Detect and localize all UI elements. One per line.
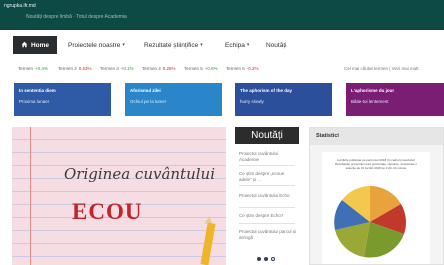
divider: [239, 223, 295, 224]
hero-subtitle: Originea cuvântului: [64, 165, 215, 183]
ticker-item[interactable]: Termen +0.4%: [18, 66, 48, 71]
news-item[interactable]: Ce știm despre „ecoue adele” și ...: [239, 171, 297, 183]
notebook-margin-line: [30, 127, 31, 265]
news-item[interactable]: Proiectul cuvântului parcul și arringă: [239, 229, 297, 241]
nav-home-button[interactable]: Home: [13, 36, 57, 54]
divider: [239, 207, 295, 208]
hero-banner[interactable]: Originea cuvântului ECOU: [12, 127, 226, 265]
tile-subtitle: Bâtie-toi lentement: [351, 99, 389, 104]
tile-title: L'aphorisme du jour: [351, 88, 395, 93]
nav-item-label: Noutăți: [266, 41, 287, 49]
statistics-panel: Statistici Lucrările publicate pe parcur…: [309, 127, 444, 265]
pagination-dot[interactable]: [257, 257, 261, 261]
site-header-bar: ngrupka.ifr.md Noutăți despre limbă · To…: [0, 0, 444, 30]
home-icon: [21, 41, 28, 50]
hero-title: ECOU: [72, 199, 143, 224]
aphorism-tile-french[interactable]: L'aphorisme du jour Bâtie-toi lentement: [346, 83, 444, 116]
aphorism-tile-latin[interactable]: In sententia diem Proxima lunae!: [14, 83, 111, 116]
site-tagline: Noutăți despre limbă · Totul despre Acad…: [26, 14, 127, 20]
tile-title: Aforismul zilei: [130, 88, 161, 93]
nav-item-label: Rezultate științifice: [144, 41, 199, 49]
news-item[interactable]: Proiectul cuvântului Echo: [239, 193, 297, 199]
pagination-dot[interactable]: [271, 257, 275, 261]
ticker-item[interactable]: Termen 6 -0.2%: [226, 66, 259, 71]
aphorism-tile-english[interactable]: The aphorism of the day hurry slowly: [235, 83, 332, 116]
tile-subtitle: Ochiul pe la lume!: [130, 99, 167, 104]
tile-title: In sententia diem: [19, 88, 56, 93]
chevron-down-icon: ▾: [246, 42, 250, 48]
news-title: Noutăți: [235, 127, 299, 144]
nav-item-team[interactable]: Echipa ▾: [225, 36, 249, 54]
nav-home-label: Home: [30, 41, 50, 49]
tile-subtitle: Proxima lunae!: [19, 99, 50, 104]
news-pagination: [257, 257, 275, 261]
nav-item-label: Proiectele noastre: [68, 41, 121, 49]
pagination-dot[interactable]: [264, 257, 268, 261]
divider: [239, 185, 295, 186]
ticker-item[interactable]: Termen 4 0.25%: [142, 66, 176, 71]
nav-item-news[interactable]: Noutăți: [266, 36, 287, 54]
statistics-title: Statistici: [310, 128, 443, 145]
news-item[interactable]: Proiectul cuvântului Academie: [239, 151, 297, 163]
ticker-item[interactable]: Termen 3 +0.1%: [100, 66, 134, 71]
notebook-lines: [12, 127, 226, 265]
nav-item-label: Echipa: [225, 41, 245, 49]
chevron-down-icon: ▾: [200, 42, 203, 48]
main-navigation: Home Proiectele noastre ▾ Rezultate știin…: [0, 34, 444, 56]
ticker-item[interactable]: Termen 2 0.53%: [58, 66, 92, 71]
nav-item-results[interactable]: Rezultate științifice ▾: [144, 36, 203, 54]
statistics-chart-card[interactable]: Lucrările publicate pe parcursul 2018 (î…: [322, 152, 430, 264]
news-item[interactable]: Ce știm despre Echo?: [239, 213, 297, 219]
tile-subtitle: hurry slowly: [240, 99, 264, 104]
tile-title: The aphorism of the day: [240, 88, 293, 93]
site-url[interactable]: ngrupka.ifr.md: [4, 3, 36, 9]
terms-ticker: Termen +0.4% Termen 2 0.53% Termen 3 +0.1% …: [0, 64, 444, 74]
chevron-down-icon: ▾: [122, 42, 125, 48]
pie-chart-icon: [334, 186, 406, 258]
news-panel: Noutăți Proiectul cuvântului Academie Ce…: [235, 127, 299, 265]
aphorism-tile-romanian[interactable]: Aforismul zilei Ochiul pe la lume!: [125, 83, 222, 116]
ticker-note[interactable]: Cel mai căutat termen | Vezi mai mult: [344, 66, 418, 71]
nav-item-projects[interactable]: Proiectele noastre ▾: [68, 36, 125, 54]
ticker-item[interactable]: Termen 5 +0.6%: [184, 66, 218, 71]
divider: [239, 165, 295, 166]
